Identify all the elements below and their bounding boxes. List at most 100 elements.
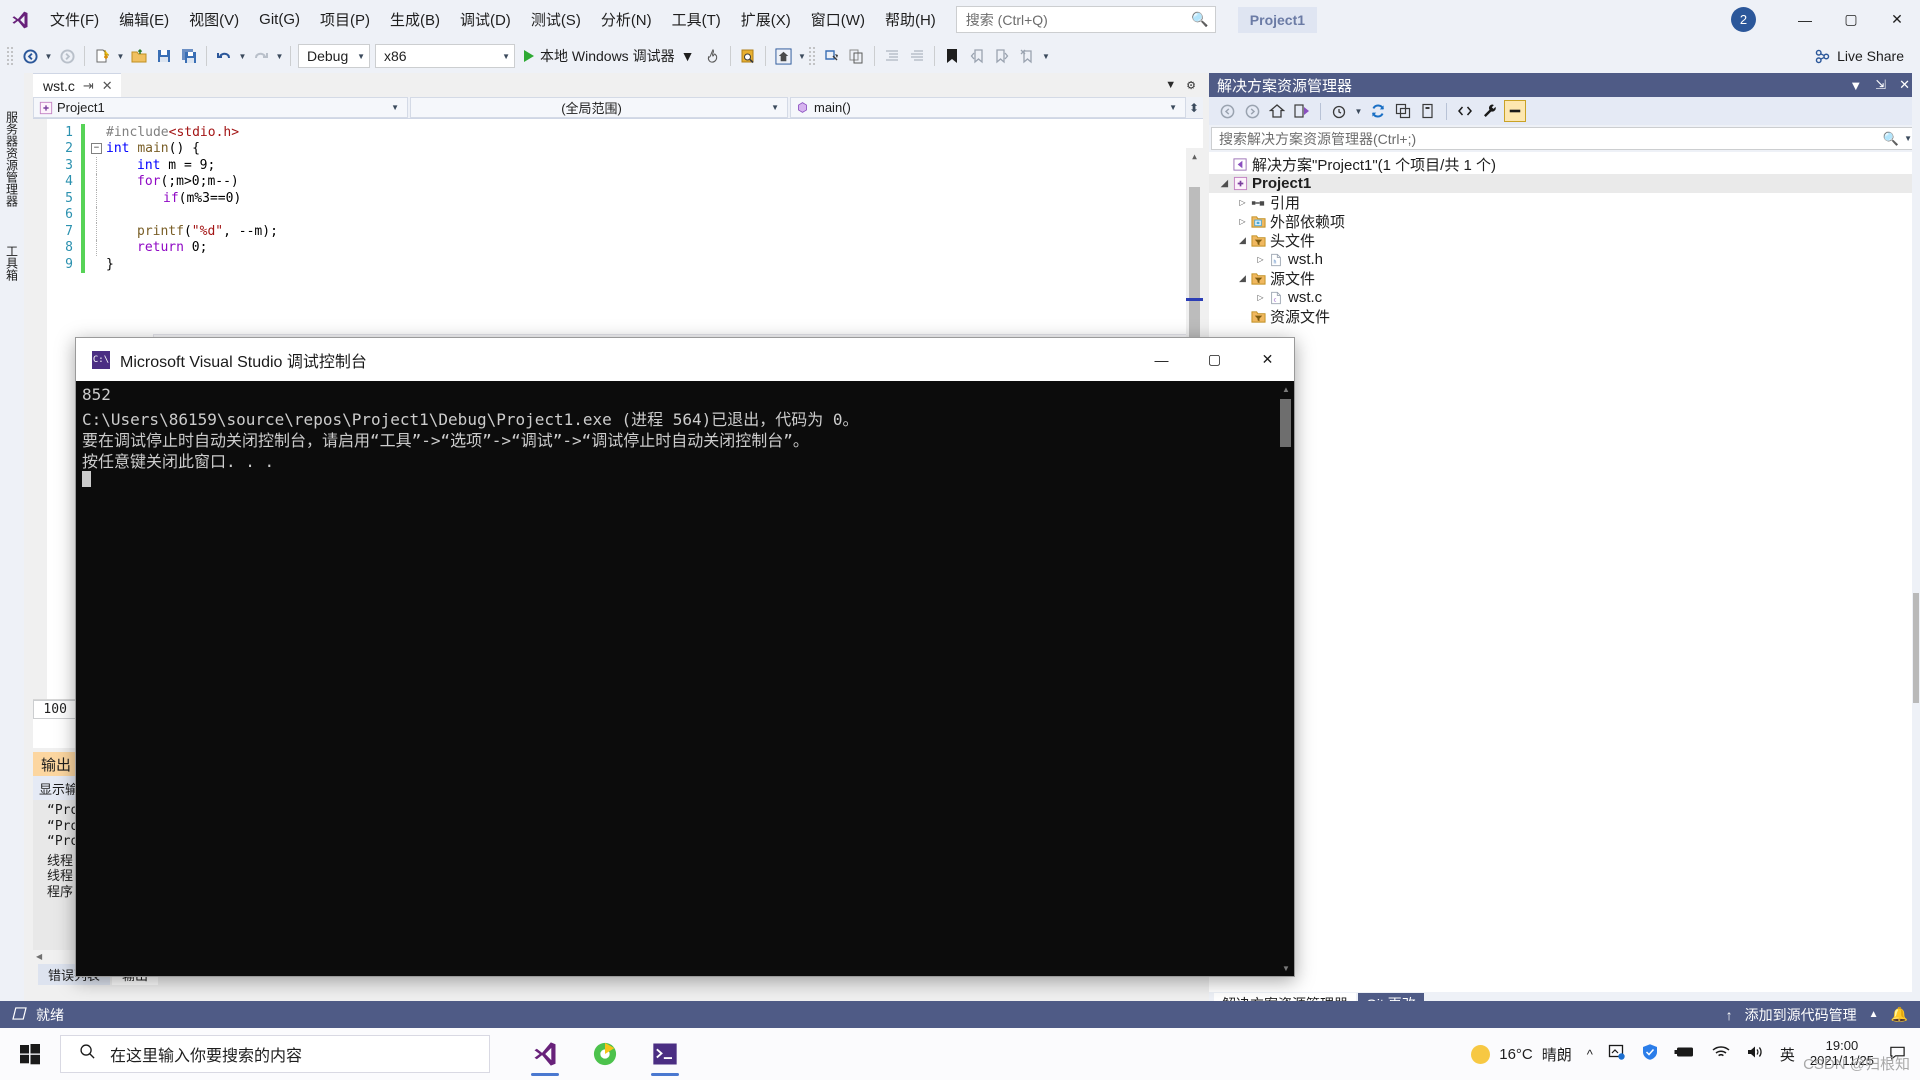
- new-project-icon[interactable]: [90, 43, 114, 69]
- undo-dropdown-icon[interactable]: ▼: [237, 52, 248, 61]
- chevron-collapsed-icon[interactable]: ▷: [1237, 216, 1248, 227]
- live-share-button[interactable]: Live Share: [1814, 48, 1904, 65]
- start-debugging-button[interactable]: 本地 Windows 调试器 ▼: [518, 43, 700, 69]
- menu-item-window[interactable]: 窗口(W): [801, 0, 875, 39]
- tree-item[interactable]: ▷ c wst.c: [1209, 288, 1920, 307]
- pending-changes-icon[interactable]: [1328, 100, 1350, 122]
- volume-icon[interactable]: [1746, 1044, 1765, 1064]
- console-close-button[interactable]: ✕: [1241, 338, 1294, 381]
- pin-icon[interactable]: ⇥: [83, 78, 94, 94]
- menu-item-test[interactable]: 测试(S): [521, 0, 591, 39]
- pane-dropdown-icon[interactable]: ▼: [1849, 78, 1862, 93]
- quick-search-input[interactable]: 搜索 (Ctrl+Q) 🔍: [955, 6, 1216, 33]
- gear-icon[interactable]: ⚙: [1186, 79, 1196, 92]
- previous-bookmark-icon[interactable]: [965, 43, 989, 69]
- redo-dropdown-icon[interactable]: ▼: [274, 52, 285, 61]
- redo-icon[interactable]: [249, 43, 273, 69]
- toolbar-overflow-icon[interactable]: ▼: [796, 52, 807, 61]
- screenshot-tool-icon[interactable]: [1608, 1043, 1626, 1065]
- chevron-down-icon-3[interactable]: ▼: [681, 48, 695, 64]
- view-code-icon[interactable]: [1454, 100, 1476, 122]
- menu-item-tools[interactable]: 工具(T): [662, 0, 731, 39]
- battery-icon[interactable]: [1674, 1045, 1696, 1063]
- tree-item[interactable]: ◢ 头文件: [1209, 231, 1920, 250]
- tab-toolbox[interactable]: 工具箱: [0, 233, 24, 293]
- account-badge[interactable]: 2: [1731, 7, 1756, 32]
- new-project-dropdown-icon[interactable]: ▼: [115, 52, 126, 61]
- properties-icon[interactable]: [1479, 100, 1501, 122]
- chevron-collapsed-icon[interactable]: ▷: [1255, 254, 1266, 265]
- start-button[interactable]: [0, 1028, 60, 1080]
- scroll-left-icon[interactable]: ◀: [33, 952, 42, 961]
- clear-bookmarks-icon[interactable]: [1015, 43, 1039, 69]
- navigate-backward-dropdown-icon[interactable]: ▼: [43, 52, 54, 61]
- taskbar-app-console[interactable]: [642, 1031, 688, 1077]
- forward-icon[interactable]: [1241, 100, 1263, 122]
- console-maximize-button[interactable]: ▢: [1188, 338, 1241, 381]
- save-icon[interactable]: [152, 43, 176, 69]
- console-output[interactable]: 852 C:\Users\86159\source\repos\Project1…: [76, 381, 1278, 976]
- console-scroll-down-icon[interactable]: ▼: [1278, 960, 1294, 976]
- back-icon[interactable]: [1216, 100, 1238, 122]
- refresh-icon[interactable]: [1367, 100, 1389, 122]
- add-to-source-control-label[interactable]: 添加到源代码管理: [1745, 1005, 1857, 1025]
- taskbar-app-visual-studio[interactable]: [522, 1031, 568, 1077]
- fold-collapse-icon[interactable]: −: [91, 143, 102, 155]
- chevron-expanded-icon[interactable]: ◢: [1219, 178, 1230, 189]
- menu-item-view[interactable]: 视图(V): [179, 0, 249, 39]
- taskbar-app-browser[interactable]: [582, 1031, 628, 1077]
- chevron-expanded-icon[interactable]: ◢: [1237, 273, 1248, 284]
- document-tab-wst-c[interactable]: wst.c ⇥ ✕: [33, 73, 121, 97]
- window-maximize-button[interactable]: ▢: [1828, 0, 1874, 39]
- menu-item-edit[interactable]: 编辑(E): [109, 0, 179, 39]
- taskbar-search-input[interactable]: 在这里输入你要搜索的内容: [60, 1035, 490, 1073]
- tree-item[interactable]: 资源文件: [1209, 307, 1920, 326]
- tree-item[interactable]: ◢ Project1: [1209, 174, 1920, 193]
- chevron-expanded-icon[interactable]: ◢: [1237, 235, 1248, 246]
- tree-item[interactable]: ▷ h wst.h: [1209, 250, 1920, 269]
- solution-explorer-search-input[interactable]: 搜索解决方案资源管理器(Ctrl+;) 🔍 ▼: [1211, 127, 1918, 150]
- home-icon[interactable]: [1266, 100, 1288, 122]
- window-minimize-button[interactable]: —: [1782, 0, 1828, 39]
- scrollbar-thumb[interactable]: [1189, 187, 1200, 357]
- navbar-project-combo[interactable]: Project1 ▼: [33, 97, 408, 118]
- scroll-up-icon[interactable]: ▲: [1186, 148, 1203, 165]
- tree-item[interactable]: ◢ 源文件: [1209, 269, 1920, 288]
- open-file-icon[interactable]: [127, 43, 151, 69]
- find-in-files-icon[interactable]: [736, 43, 760, 69]
- navigate-backward-icon[interactable]: [18, 43, 42, 69]
- copy-lines-icon[interactable]: [845, 43, 869, 69]
- console-minimize-button[interactable]: —: [1135, 338, 1188, 381]
- ime-indicator[interactable]: 英: [1780, 1044, 1795, 1065]
- menu-item-extensions[interactable]: 扩展(X): [731, 0, 801, 39]
- search-dropdown-icon[interactable]: ▼: [1899, 134, 1912, 143]
- split-view-icon[interactable]: ⬍: [1189, 101, 1199, 115]
- hot-reload-icon[interactable]: [701, 43, 725, 69]
- close-icon-sln[interactable]: ✕: [1899, 77, 1910, 93]
- comment-lines-icon[interactable]: [880, 43, 904, 69]
- navigate-forward-icon[interactable]: [55, 43, 79, 69]
- toolbar-overflow-icon-2[interactable]: ▼: [1040, 52, 1051, 61]
- window-edge-scrollbar[interactable]: [1912, 73, 1920, 1013]
- undo-icon[interactable]: [212, 43, 236, 69]
- preview-selected-items-icon[interactable]: [1504, 100, 1526, 122]
- taskbar-clock[interactable]: 19:00 2021/11/25: [1810, 1038, 1874, 1069]
- next-bookmark-icon[interactable]: [990, 43, 1014, 69]
- weather-widget[interactable]: 16°C 晴朗: [1471, 1044, 1572, 1065]
- chevron-collapsed-icon[interactable]: ▷: [1255, 292, 1266, 303]
- toggle-bookmark-nav-icon[interactable]: [820, 43, 844, 69]
- console-scrollbar[interactable]: ▲ ▼: [1278, 381, 1294, 976]
- collapse-all-icon[interactable]: [1392, 100, 1414, 122]
- action-center-icon[interactable]: [1889, 1044, 1906, 1065]
- uncomment-lines-icon[interactable]: [905, 43, 929, 69]
- wifi-icon[interactable]: [1711, 1044, 1731, 1064]
- switch-views-icon[interactable]: [1291, 100, 1313, 122]
- menu-item-build[interactable]: 生成(B): [380, 0, 450, 39]
- security-shield-icon[interactable]: [1641, 1043, 1659, 1065]
- pin-icon-sln[interactable]: ⇲: [1875, 77, 1886, 93]
- solution-explorer-home-icon[interactable]: [771, 43, 795, 69]
- toolbar-grip[interactable]: [6, 46, 15, 66]
- tray-expand-icon[interactable]: ^: [1587, 1047, 1593, 1062]
- menu-item-git[interactable]: Git(G): [249, 0, 310, 39]
- close-icon[interactable]: ✕: [102, 78, 113, 94]
